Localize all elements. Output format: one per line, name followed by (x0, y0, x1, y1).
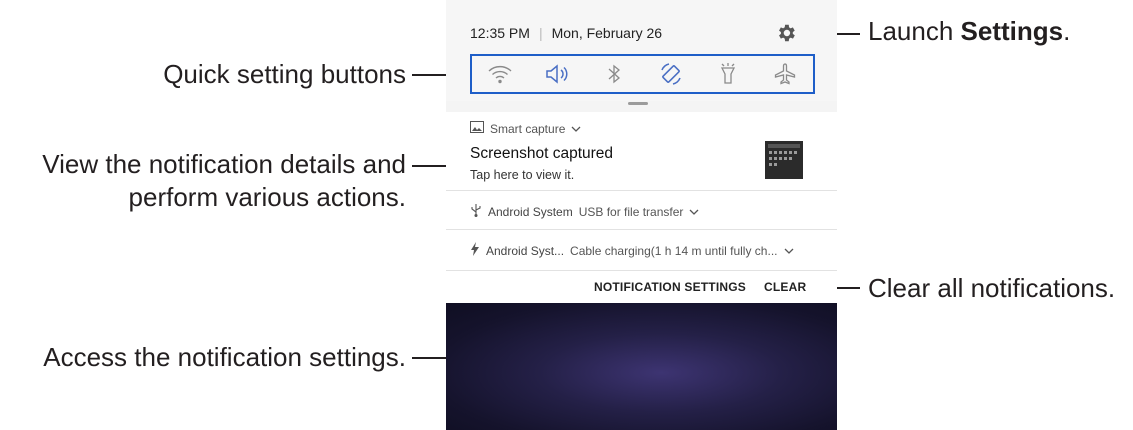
wallpaper (446, 303, 837, 430)
charging-icon (470, 242, 480, 259)
notification-card[interactable]: Smart capture Screenshot captured Tap he… (446, 112, 837, 190)
notification-app-name: Smart capture (490, 121, 566, 136)
chevron-down-icon[interactable] (784, 244, 794, 258)
notification-panel: 12:35 PM | Mon, February 26 Smart captur… (446, 0, 837, 430)
drag-handle[interactable] (628, 102, 648, 105)
notification-row: Android System USB for file transfer (470, 203, 699, 220)
notification-text: Cable charging(1 h 14 m until fully ch..… (570, 243, 778, 258)
quick-panel: 12:35 PM | Mon, February 26 (446, 0, 837, 101)
chevron-down-icon[interactable] (689, 205, 699, 219)
callout-bold-text: Settings (960, 16, 1064, 46)
screenshot-thumbnail (765, 141, 803, 179)
clear-button[interactable]: CLEAR (764, 280, 806, 294)
notification-text: USB for file transfer (578, 204, 684, 219)
notification-header: Smart capture (470, 121, 581, 136)
details-callout-line2: perform various actions. (128, 182, 406, 212)
quick-settings-bar (470, 54, 815, 94)
clear-callout: Clear all notifications. (868, 273, 1116, 303)
auto-rotate-icon[interactable] (657, 60, 685, 88)
flashlight-icon[interactable] (714, 60, 742, 88)
quick-settings-callout: Quick setting buttons (163, 59, 406, 89)
wifi-icon[interactable] (486, 60, 514, 88)
notification-actions: NOTIFICATION SETTINGS CLEAR (446, 271, 837, 303)
notification-title: Screenshot captured (470, 145, 614, 162)
notification-text: Tap here to view it. (470, 168, 575, 182)
usb-icon (470, 203, 482, 220)
status-date: Mon, February 26 (551, 25, 663, 41)
access-settings-callout: Access the notification settings. (43, 342, 406, 372)
bluetooth-icon[interactable] (600, 60, 628, 88)
airplane-icon[interactable] (771, 60, 799, 88)
sound-icon[interactable] (543, 60, 571, 88)
notification-card[interactable]: Android System USB for file transfer (446, 191, 837, 229)
notification-card[interactable]: Android Syst... Cable charging(1 h 14 m … (446, 230, 837, 270)
chevron-down-icon[interactable] (571, 122, 581, 136)
callout-text: . (1063, 16, 1071, 46)
launch-settings-callout: Launch Settings. (868, 15, 1070, 47)
callout-line (412, 74, 446, 76)
status-time: 12:35 PM (470, 25, 530, 41)
status-bar: 12:35 PM | Mon, February 26 (470, 22, 662, 44)
details-callout-line1: View the notification details and (42, 149, 406, 179)
notification-app-name: Android Syst... (486, 243, 565, 258)
notification-settings-button[interactable]: NOTIFICATION SETTINGS (594, 280, 746, 294)
gear-icon[interactable] (775, 22, 797, 44)
gallery-icon (470, 121, 484, 136)
status-separator: | (538, 25, 543, 41)
callout-text: Launch (868, 16, 961, 46)
notification-row: Android Syst... Cable charging(1 h 14 m … (470, 242, 794, 259)
notification-app-name: Android System (488, 204, 573, 219)
